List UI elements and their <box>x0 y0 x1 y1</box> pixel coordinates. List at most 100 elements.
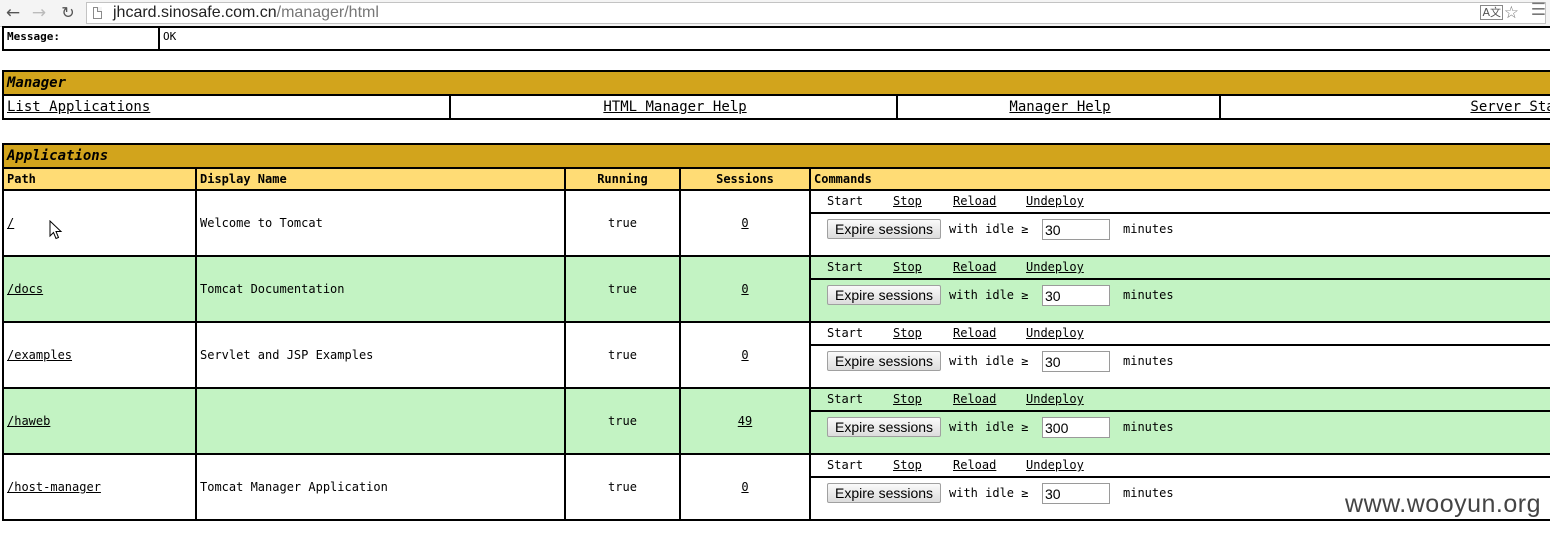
reload-link[interactable]: Reload <box>953 324 996 344</box>
expire-form: Expire sessions with idle ≥ minutes <box>812 214 1550 254</box>
expire-form: Expire sessions with idle ≥ minutes <box>812 346 1550 386</box>
stop-link[interactable]: Stop <box>893 390 922 410</box>
expire-sessions-button[interactable]: Expire sessions <box>827 285 942 305</box>
reload-icon[interactable]: ↻ <box>57 2 79 24</box>
display-name-cell: Servlet and JSP Examples <box>195 321 566 389</box>
command-links: Start Stop Reload Undeploy <box>812 192 1550 214</box>
minutes-label: minutes <box>1123 420 1174 434</box>
app-path-link[interactable]: /docs <box>7 282 43 296</box>
undeploy-link[interactable]: Undeploy <box>1026 324 1084 344</box>
expire-sessions-button[interactable]: Expire sessions <box>827 219 942 239</box>
translate-icon[interactable]: A文 <box>1480 5 1503 20</box>
watermark: www.wooyun.org <box>1345 490 1541 518</box>
command-links: Start Stop Reload Undeploy <box>812 324 1550 346</box>
sessions-cell: 0 <box>679 453 811 521</box>
html-manager-help-cell: HTML Manager Help <box>449 94 898 120</box>
message-table: Message: OK <box>2 26 1550 51</box>
undeploy-link[interactable]: Undeploy <box>1026 192 1084 212</box>
app-path-link[interactable]: /examples <box>7 348 72 362</box>
column-header-commands: Commands <box>809 167 1550 191</box>
menu-icon[interactable]: ☰ <box>1531 0 1546 20</box>
running-cell: true <box>564 387 681 455</box>
start-command: Start <box>827 194 864 208</box>
address-bar[interactable]: jhcard.sinosafe.com.cn/manager/html A文 ☆ <box>86 2 1546 24</box>
start-command: Start <box>827 326 864 340</box>
app-path-link[interactable]: /host-manager <box>7 480 101 494</box>
reload-link[interactable]: Reload <box>953 390 996 410</box>
table-row: / Welcome to Tomcat true 0 Start Stop Reload Un… <box>2 189 1550 257</box>
display-name-cell <box>195 387 566 455</box>
table-row: /host-manager Tomcat Manager Application t… <box>2 453 1550 521</box>
idle-label: with idle ≥ <box>949 288 1029 302</box>
server-status-link[interactable]: Server Status <box>1470 99 1550 115</box>
minutes-label: minutes <box>1123 486 1174 500</box>
stop-link[interactable]: Stop <box>893 192 922 212</box>
stop-link[interactable]: Stop <box>893 258 922 278</box>
display-name-cell: Welcome to Tomcat <box>195 189 566 257</box>
commands-cell: Start Stop Reload Undeploy Expire sessions wi… <box>809 255 1550 323</box>
start-command: Start <box>827 260 864 274</box>
idle-minutes-input[interactable] <box>1042 417 1110 438</box>
reload-link[interactable]: Reload <box>953 258 996 278</box>
table-row: /examples Servlet and JSP Examples true 0 St… <box>2 321 1550 389</box>
idle-label: with idle ≥ <box>949 354 1029 368</box>
app-path-link[interactable]: / <box>7 216 14 230</box>
sessions-link[interactable]: 0 <box>741 216 748 230</box>
manager-table: Manager List Applications HTML Manager H… <box>2 70 1550 120</box>
table-row: /docs Tomcat Documentation true 0 Start Stop R… <box>2 255 1550 323</box>
stop-link[interactable]: Stop <box>893 324 922 344</box>
minutes-label: minutes <box>1123 288 1174 302</box>
arrow-left-icon[interactable]: ← <box>2 2 24 24</box>
idle-minutes-input[interactable] <box>1042 351 1110 372</box>
idle-label: with idle ≥ <box>949 420 1029 434</box>
expire-sessions-button[interactable]: Expire sessions <box>827 351 942 371</box>
reload-link[interactable]: Reload <box>953 456 996 476</box>
list-applications-cell: List Applications <box>2 94 451 120</box>
html-manager-help-link[interactable]: HTML Manager Help <box>603 99 746 115</box>
sessions-cell: 0 <box>679 189 811 257</box>
commands-cell: Start Stop Reload Undeploy Expire sessions wi… <box>809 189 1550 257</box>
url-host: jhcard.sinosafe.com.cn <box>113 4 277 21</box>
expire-sessions-button[interactable]: Expire sessions <box>827 483 942 503</box>
manager-help-link[interactable]: Manager Help <box>1009 99 1110 115</box>
sessions-cell: 0 <box>679 255 811 323</box>
page-icon <box>93 7 102 19</box>
undeploy-link[interactable]: Undeploy <box>1026 258 1084 278</box>
sessions-link[interactable]: 0 <box>741 282 748 296</box>
idle-minutes-input[interactable] <box>1042 219 1110 240</box>
stop-link[interactable]: Stop <box>893 456 922 476</box>
path-cell: /haweb <box>2 387 197 455</box>
sessions-link[interactable]: 49 <box>738 414 752 428</box>
start-command: Start <box>827 392 864 406</box>
app-path-link[interactable]: /haweb <box>7 414 50 428</box>
running-cell: true <box>564 189 681 257</box>
running-cell: true <box>564 453 681 521</box>
idle-minutes-input[interactable] <box>1042 483 1110 504</box>
expire-sessions-button[interactable]: Expire sessions <box>827 417 942 437</box>
path-cell: /host-manager <box>2 453 197 521</box>
undeploy-link[interactable]: Undeploy <box>1026 390 1084 410</box>
running-cell: true <box>564 321 681 389</box>
display-name-cell: Tomcat Documentation <box>195 255 566 323</box>
column-header-display-name: Display Name <box>195 167 566 191</box>
mouse-cursor-icon <box>49 220 63 240</box>
sessions-link[interactable]: 0 <box>741 480 748 494</box>
arrow-right-icon[interactable]: → <box>28 2 50 24</box>
applications-title: Applications <box>2 143 1550 169</box>
command-links: Start Stop Reload Undeploy <box>812 456 1550 478</box>
column-header-sessions: Sessions <box>679 167 811 191</box>
idle-minutes-input[interactable] <box>1042 285 1110 306</box>
idle-label: with idle ≥ <box>949 222 1029 236</box>
reload-link[interactable]: Reload <box>953 192 996 212</box>
commands-cell: Start Stop Reload Undeploy Expire sessions wi… <box>809 387 1550 455</box>
undeploy-link[interactable]: Undeploy <box>1026 456 1084 476</box>
start-command: Start <box>827 458 864 472</box>
path-cell: /docs <box>2 255 197 323</box>
sessions-link[interactable]: 0 <box>741 348 748 362</box>
star-icon[interactable]: ☆ <box>1504 3 1519 23</box>
list-applications-link[interactable]: List Applications <box>7 99 150 115</box>
url-path: /manager/html <box>276 4 379 21</box>
url-text[interactable]: jhcard.sinosafe.com.cn/manager/html <box>113 4 379 22</box>
server-status-cell: Server Status <box>1219 94 1550 120</box>
sessions-cell: 49 <box>679 387 811 455</box>
